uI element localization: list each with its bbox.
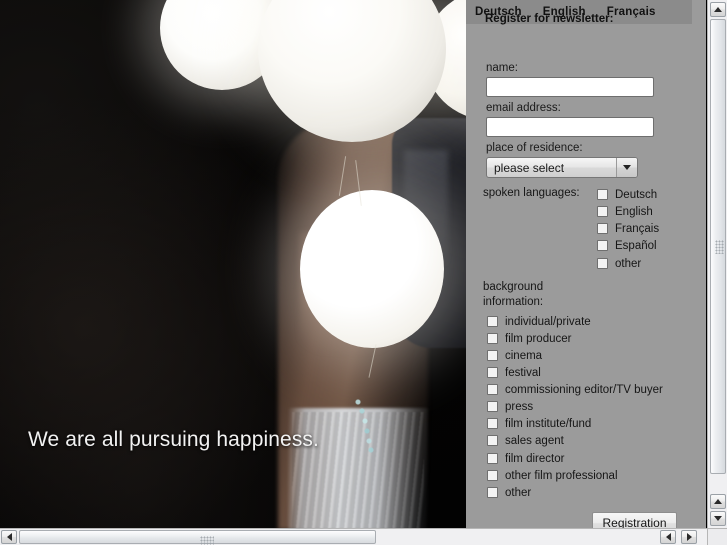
spoken-language-deutsch[interactable]: Deutsch: [597, 186, 657, 203]
checkbox-label: other: [615, 258, 641, 270]
checkbox-label: sales agent: [505, 435, 564, 447]
name-input[interactable]: [486, 77, 654, 97]
scroll-right-button[interactable]: [681, 530, 697, 544]
checkbox-icon[interactable]: [597, 258, 608, 269]
checkbox-icon[interactable]: [487, 384, 498, 395]
spoken-language-other[interactable]: other: [597, 255, 641, 272]
triangle-left-icon: [7, 533, 12, 541]
background-film-producer[interactable]: film producer: [487, 330, 571, 347]
checkbox-label: film institute/fund: [505, 418, 591, 430]
hero-photo: We are all pursuing happiness.: [0, 0, 466, 528]
residence-label: place of residence:: [486, 142, 583, 154]
scroll-up-button-secondary[interactable]: [710, 494, 726, 509]
email-label: email address:: [486, 102, 561, 114]
spoken-language-francais[interactable]: Français: [597, 220, 659, 237]
checkbox-icon[interactable]: [487, 333, 498, 344]
background-festival[interactable]: festival: [487, 364, 541, 381]
horizontal-scrollbar[interactable]: [0, 528, 707, 545]
background-other[interactable]: other: [487, 484, 531, 501]
vertical-scrollbar-thumb[interactable]: [710, 19, 726, 474]
background-film-director[interactable]: film director: [487, 450, 564, 467]
background-press[interactable]: press: [487, 398, 533, 415]
scrollbar-grip: [715, 240, 724, 254]
scroll-left-button-secondary[interactable]: [660, 530, 676, 544]
background-film-institute-fund[interactable]: film institute/fund: [487, 415, 591, 432]
checkbox-icon[interactable]: [597, 189, 608, 200]
checkbox-label: film director: [505, 453, 564, 465]
checkbox-label: other: [505, 487, 531, 499]
spoken-language-espanol[interactable]: Español: [597, 237, 657, 254]
residence-select-value: please select: [487, 158, 616, 177]
checkbox-icon[interactable]: [487, 470, 498, 481]
triangle-left-icon: [666, 533, 671, 541]
scroll-up-button[interactable]: [710, 2, 726, 17]
background-commissioning-editor[interactable]: commissioning editor/TV buyer: [487, 381, 663, 398]
photo-necklace: [352, 398, 382, 456]
checkbox-icon[interactable]: [487, 418, 498, 429]
checkbox-label: film producer: [505, 333, 571, 345]
background-label-line2: information:: [483, 295, 543, 309]
triangle-down-icon: [714, 516, 722, 521]
background-individual-private[interactable]: individual/private: [487, 313, 591, 330]
checkbox-label: cinema: [505, 350, 542, 362]
checkbox-icon[interactable]: [597, 240, 608, 251]
background-cinema[interactable]: cinema: [487, 347, 542, 364]
scroll-left-button[interactable]: [1, 530, 17, 544]
chevron-down-icon: [623, 165, 631, 170]
triangle-right-icon: [687, 533, 692, 541]
scroll-down-button[interactable]: [710, 511, 726, 526]
horizontal-scrollbar-thumb[interactable]: [19, 530, 376, 544]
photo-balloon-lower: [300, 190, 444, 348]
scrollbar-grip: [200, 536, 214, 545]
vertical-scrollbar[interactable]: [707, 0, 727, 528]
checkbox-icon[interactable]: [487, 367, 498, 378]
checkbox-label: other film professional: [505, 470, 618, 482]
residence-select[interactable]: please select: [486, 157, 638, 178]
checkbox-icon[interactable]: [487, 435, 498, 446]
residence-select-button[interactable]: [616, 158, 637, 177]
checkbox-label: English: [615, 206, 653, 218]
checkbox-icon[interactable]: [597, 206, 608, 217]
panel-title: Register for newsletter:: [485, 13, 613, 25]
email-input[interactable]: [486, 117, 654, 137]
background-sales-agent[interactable]: sales agent: [487, 432, 564, 449]
scrollbar-corner: [707, 528, 727, 545]
spoken-language-english[interactable]: English: [597, 203, 653, 220]
checkbox-icon[interactable]: [487, 316, 498, 327]
checkbox-label: Français: [615, 223, 659, 235]
photo-caption: We are all pursuing happiness.: [28, 428, 319, 452]
name-label: name:: [486, 62, 518, 74]
browser-viewport: We are all pursuing happiness. Deutsch E…: [0, 0, 727, 545]
checkbox-label: Español: [615, 240, 657, 252]
checkbox-label: press: [505, 401, 533, 413]
spoken-languages-label: spoken languages:: [483, 186, 580, 200]
checkbox-icon[interactable]: [487, 453, 498, 464]
checkbox-label: festival: [505, 367, 541, 379]
background-other-film-professional[interactable]: other film professional: [487, 467, 618, 484]
checkbox-icon[interactable]: [597, 223, 608, 234]
checkbox-label: commissioning editor/TV buyer: [505, 384, 663, 396]
checkbox-icon[interactable]: [487, 350, 498, 361]
triangle-up-icon: [714, 7, 722, 12]
checkbox-icon[interactable]: [487, 401, 498, 412]
checkbox-label: Deutsch: [615, 189, 657, 201]
checkbox-icon[interactable]: [487, 487, 498, 498]
triangle-up-icon: [714, 499, 722, 504]
checkbox-label: individual/private: [505, 316, 591, 328]
language-link-francais[interactable]: Français: [607, 6, 656, 18]
background-label-line1: background: [483, 280, 543, 294]
